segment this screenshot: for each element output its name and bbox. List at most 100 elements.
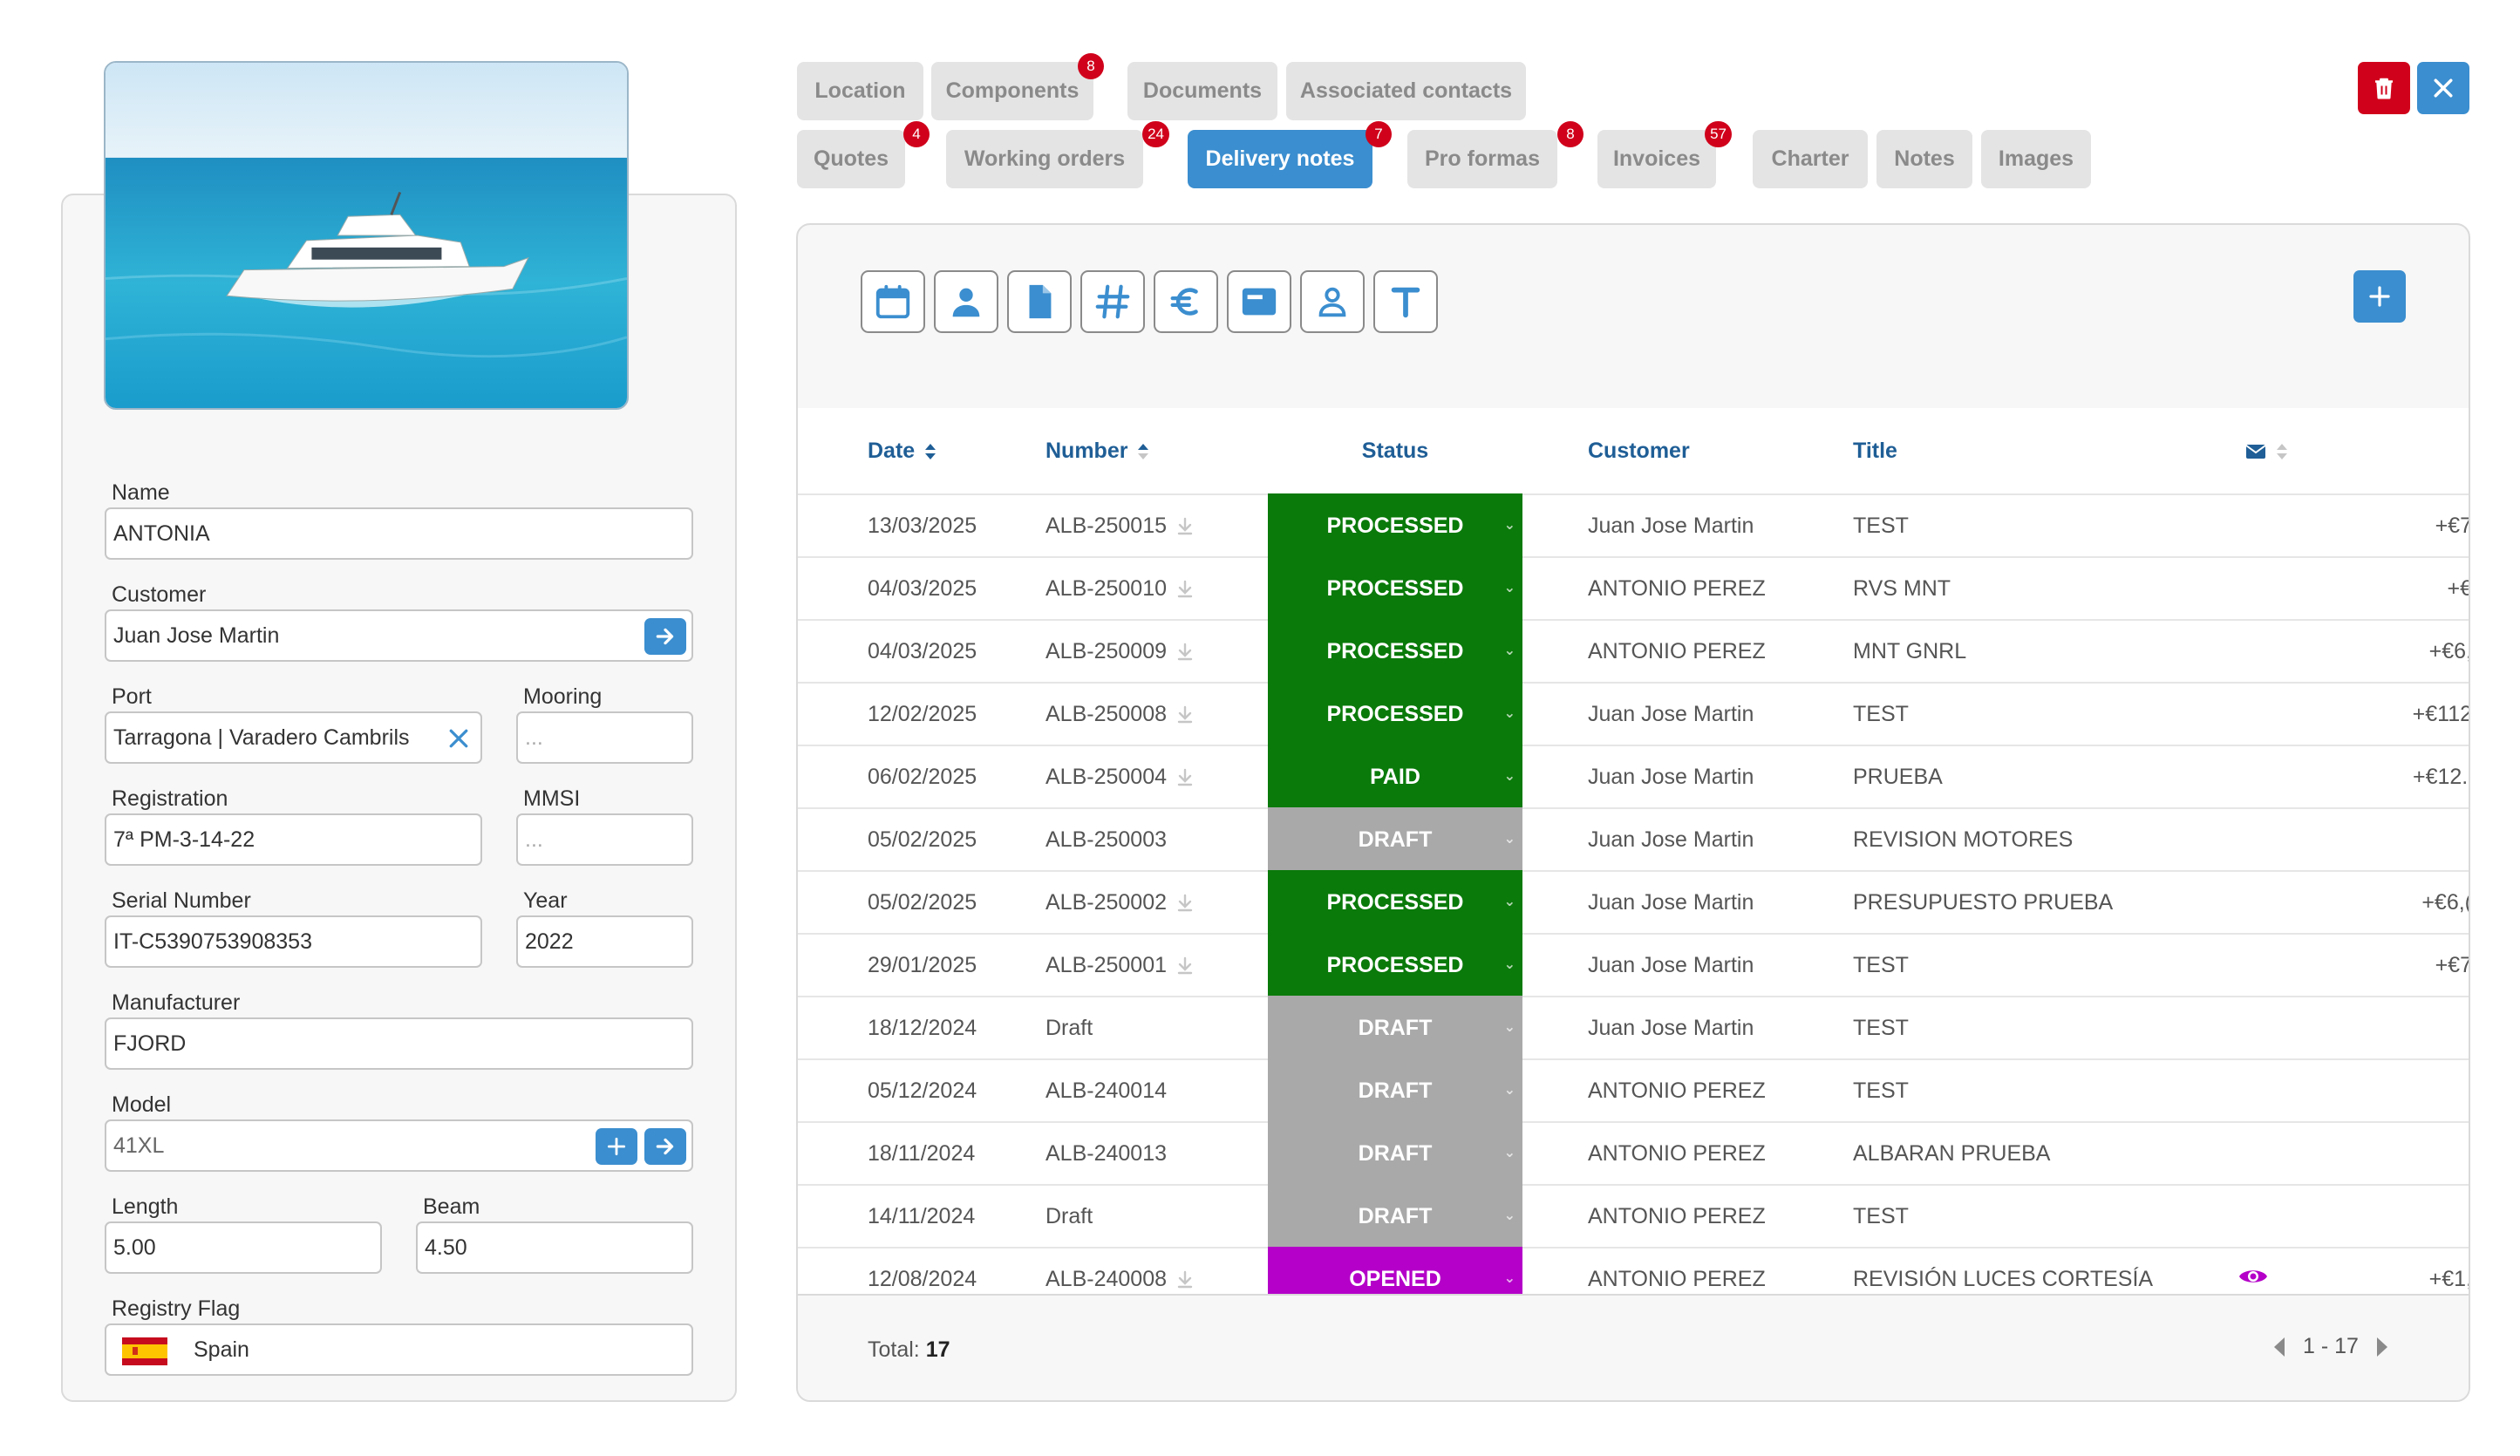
status-dropdown[interactable]: PROCESSED ⌄ <box>1268 870 1522 935</box>
status-dropdown[interactable]: OPENED ⌄ <box>1268 1247 1522 1294</box>
tab-location[interactable]: Location <box>797 62 923 120</box>
download-icon[interactable] <box>1177 580 1193 599</box>
tab-charter[interactable]: Charter <box>1753 130 1868 188</box>
row-date: 05/12/2024 <box>868 1078 977 1103</box>
row-number-text: ALB-240013 <box>1045 1141 1168 1166</box>
table-row[interactable]: 29/01/2025 ALB-250001 PROCESSED ⌄ Juan Jose … <box>798 933 2469 997</box>
close-button[interactable] <box>2417 62 2469 114</box>
tab-notes[interactable]: Notes <box>1876 130 1972 188</box>
tab-working-orders[interactable]: Working orders 24 <box>946 121 1169 188</box>
filter-date-button[interactable] <box>861 270 925 333</box>
filter-contact-button[interactable] <box>1300 270 1365 333</box>
status-dropdown[interactable]: PROCESSED ⌄ <box>1268 619 1522 684</box>
download-icon[interactable] <box>1177 956 1193 976</box>
filter-number-button[interactable] <box>1080 270 1145 333</box>
table-row[interactable]: 05/02/2025 ALB-250003 DRAFT ⌄ Juan Jose Mart… <box>798 807 2469 872</box>
serial-number-input[interactable]: IT-C5390753908353 <box>105 915 482 968</box>
table-row[interactable]: 04/03/2025 ALB-250009 PROCESSED ⌄ ANTONIO PE… <box>798 619 2469 684</box>
tab-pro-formas[interactable]: Pro formas 8 <box>1407 121 1584 188</box>
filter-text-button[interactable] <box>1373 270 1438 333</box>
tab-quotes[interactable]: Quotes 4 <box>797 121 930 188</box>
open-customer-button[interactable] <box>644 618 686 655</box>
row-customer: Juan Jose Martin <box>1588 1016 1754 1040</box>
download-icon[interactable] <box>1177 1270 1193 1289</box>
row-customer: ANTONIO PEREZ <box>1588 1267 1766 1291</box>
serial-number-field: Serial Number IT-C5390753908353 <box>105 886 482 968</box>
manufacturer-label: Manufacturer <box>112 990 241 1015</box>
port-input[interactable]: Tarragona | Varadero Cambrils <box>105 711 482 764</box>
tab-invoices[interactable]: Invoices 57 <box>1597 121 1732 188</box>
status-dropdown[interactable]: PROCESSED ⌄ <box>1268 933 1522 997</box>
status-dropdown[interactable]: PROCESSED ⌄ <box>1268 682 1522 746</box>
clear-port-icon[interactable] <box>444 724 473 753</box>
tab-images[interactable]: Images <box>1981 130 2091 188</box>
envelope-icon <box>2245 445 2266 459</box>
filter-document-button[interactable] <box>1007 270 1072 333</box>
table-row[interactable]: 12/08/2024 ALB-240008 OPENED ⌄ ANTONIO PEREZ… <box>798 1247 2469 1294</box>
open-model-button[interactable] <box>644 1128 686 1165</box>
status-dropdown[interactable]: PAID ⌄ <box>1268 745 1522 809</box>
status-dropdown[interactable]: DRAFT ⌄ <box>1268 1058 1522 1123</box>
status-dropdown[interactable]: DRAFT ⌄ <box>1268 996 1522 1060</box>
mooring-input[interactable]: ... <box>516 711 693 764</box>
chevron-down-icon: ⌄ <box>1503 957 1515 972</box>
name-input[interactable]: ANTONIA <box>105 507 693 560</box>
row-number: ALB-250003 <box>1045 809 1167 870</box>
total-label: Total: <box>868 1337 920 1362</box>
row-number: Draft <box>1045 1186 1093 1247</box>
download-icon[interactable] <box>1177 705 1193 725</box>
status-dropdown[interactable]: DRAFT ⌄ <box>1268 1121 1522 1186</box>
next-page-icon[interactable] <box>2374 1336 2390 1358</box>
tab-documents[interactable]: Documents <box>1127 62 1277 120</box>
registry-flag-select[interactable]: Spain <box>105 1323 693 1376</box>
delete-button[interactable] <box>2358 62 2410 114</box>
beam-input[interactable]: 4.50 <box>416 1221 693 1274</box>
filter-amount-button[interactable] <box>1154 270 1218 333</box>
add-delivery-note-button[interactable] <box>2353 270 2406 323</box>
row-number: ALB-250009 <box>1045 621 1193 682</box>
prev-page-icon[interactable] <box>2271 1336 2287 1358</box>
status-label: DRAFT <box>1358 1141 1433 1166</box>
status-dropdown[interactable]: DRAFT ⌄ <box>1268 1184 1522 1248</box>
column-header-status[interactable]: Status <box>1268 408 1522 493</box>
tab-label: Charter <box>1771 146 1849 171</box>
table-row[interactable]: 05/12/2024 ALB-240014 DRAFT ⌄ ANTONIO PEREZ T… <box>798 1058 2469 1123</box>
table-row[interactable]: 18/11/2024 ALB-240013 DRAFT ⌄ ANTONIO PEREZ A… <box>798 1121 2469 1186</box>
table-row[interactable]: 06/02/2025 ALB-250004 PAID ⌄ Juan Jose Marti… <box>798 745 2469 809</box>
name-label: Name <box>112 480 170 505</box>
tab-delivery-notes[interactable]: Delivery notes 7 <box>1188 121 1392 188</box>
column-header-email[interactable] <box>2242 408 2288 493</box>
column-header-date[interactable]: Date <box>868 408 936 493</box>
arrow-right-icon <box>656 628 674 645</box>
download-icon[interactable] <box>1177 643 1193 662</box>
status-dropdown[interactable]: DRAFT ⌄ <box>1268 807 1522 872</box>
model-input[interactable]: 41XL <box>105 1119 693 1172</box>
table-row[interactable]: 14/11/2024 Draft DRAFT ⌄ ANTONIO PEREZ TEST <box>798 1184 2469 1248</box>
column-header-title[interactable]: Title <box>1853 408 1897 493</box>
column-header-customer[interactable]: Customer <box>1588 408 1690 493</box>
table-row[interactable]: 04/03/2025 ALB-250010 PROCESSED ⌄ ANTONIO PE… <box>798 556 2469 621</box>
table-row[interactable]: 18/12/2024 Draft DRAFT ⌄ Juan Jose Martin TES… <box>798 996 2469 1060</box>
add-model-button[interactable] <box>596 1128 637 1165</box>
year-input[interactable]: 2022 <box>516 915 693 968</box>
length-input[interactable]: 5.00 <box>105 1221 382 1274</box>
column-header-number[interactable]: Number <box>1045 408 1149 493</box>
manufacturer-input[interactable]: FJORD <box>105 1017 693 1070</box>
port-field: Port Tarragona | Varadero Cambrils <box>105 682 482 764</box>
filter-title-button[interactable] <box>1227 270 1291 333</box>
download-icon[interactable] <box>1177 517 1193 536</box>
table-row[interactable]: 05/02/2025 ALB-250002 PROCESSED ⌄ Juan Jose … <box>798 870 2469 935</box>
table-row[interactable]: 12/02/2025 ALB-250008 PROCESSED ⌄ Juan Jose … <box>798 682 2469 746</box>
status-dropdown[interactable]: PROCESSED ⌄ <box>1268 556 1522 621</box>
mmsi-input[interactable]: ... <box>516 813 693 866</box>
download-icon[interactable] <box>1177 768 1193 787</box>
tab-components[interactable]: Components 8 <box>931 53 1104 120</box>
registration-input[interactable]: 7ª PM-3-14-22 <box>105 813 482 866</box>
status-dropdown[interactable]: PROCESSED ⌄ <box>1268 493 1522 558</box>
filter-customer-button[interactable] <box>934 270 998 333</box>
tab-associated-contacts[interactable]: Associated contacts <box>1286 62 1526 120</box>
table-row[interactable]: 13/03/2025 ALB-250015 PROCESSED ⌄ Juan Jose … <box>798 493 2469 558</box>
customer-input[interactable]: Juan Jose Martin <box>105 609 693 662</box>
download-icon[interactable] <box>1177 894 1193 913</box>
calendar-icon <box>875 284 910 319</box>
